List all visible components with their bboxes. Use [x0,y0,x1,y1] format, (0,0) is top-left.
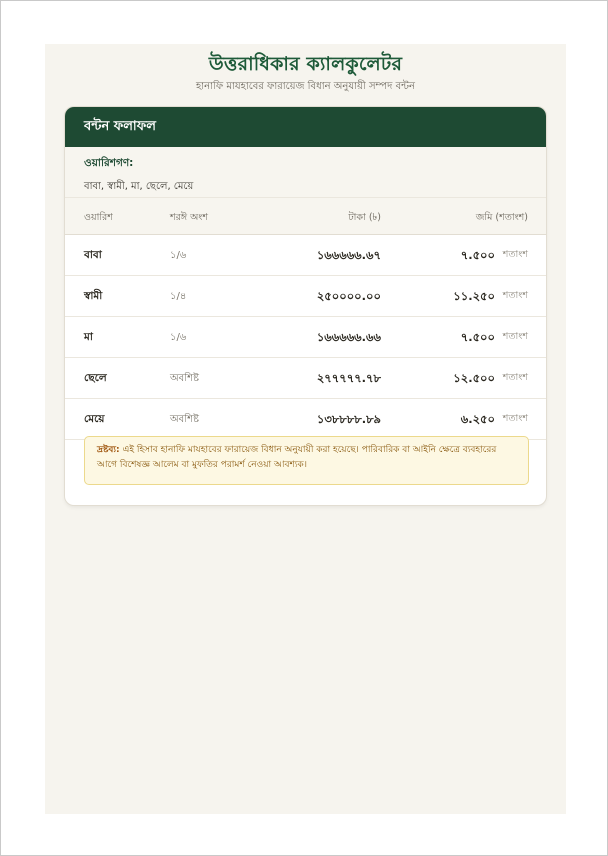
page-title: উত্তরাধিকার ক্যালকুলেটর [208,53,403,75]
heirs-summary: ওয়ারিশগণ: বাবা, স্বামী, মা, ছেলে, মেয়ে [65,147,546,198]
heir-money: ২৭৭৭৭৭.৭৮ [316,371,381,385]
heirs-label: ওয়ারিশগণ: [84,157,134,169]
heir-land: ৭.৫০০ [460,248,495,262]
heir-money: ১৩৮৮৮৮.৮৯ [316,412,381,426]
heir-name: মেয়ে [84,413,105,425]
result-card: বন্টন ফলাফল ওয়ারিশগণ: বাবা, স্বামী, মা,… [65,107,546,505]
land-unit: শতাংশ [502,331,528,342]
land-unit: শতাংশ [502,413,528,424]
note-text: এই হিসাব হানাফি মাযহাবের ফারায়েজ বিধান … [97,445,497,470]
column-heir: ওয়ারিশ [84,212,113,223]
heir-share: ১/৬ [170,332,187,343]
heir-share: ১/৪ [170,291,187,302]
land-unit: শতাংশ [502,372,528,383]
result-card-title: বন্টন ফলাফল [65,107,546,147]
table-header: ওয়ারিশ শরঈ অংশ টাকা (৳) জমি (শতাংশ) [65,198,546,235]
heir-land: ৬.২৫০ [460,412,495,426]
heir-name: বাবা [84,249,102,261]
page: উত্তরাধিকার ক্যালকুলেটর হানাফি মাযহাবের … [45,44,566,814]
heir-money: ১৬৬৬৬৬.৬৬ [316,330,381,344]
screenshot-frame: উত্তরাধিকার ক্যালকুলেটর হানাফি মাযহাবের … [0,0,608,856]
column-money: টাকা (৳) [348,212,382,223]
heir-money: ২৫০০০০.০০ [316,289,381,303]
heir-name: স্বামী [84,290,103,302]
heir-name: মা [84,331,93,343]
heir-money: ১৬৬৬৬৬.৬৭ [316,248,381,262]
table-row: স্বামী ১/৪ ২৫০০০০.০০ ১১.২৫০ শতাংশ [65,276,546,317]
column-land: জমি (শতাংশ) [475,212,528,223]
land-unit: শতাংশ [502,249,528,260]
table-row: মা ১/৬ ১৬৬৬৬৬.৬৬ ৭.৫০০ শতাংশ [65,317,546,358]
disclaimer-note: দ্রষ্টব্য: এই হিসাব হানাফি মাযহাবের ফারা… [84,436,529,485]
land-unit: শতাংশ [502,290,528,301]
heir-land: ৭.৫০০ [460,330,495,344]
table-row: মেয়ে অবশিষ্ট ১৩৮৮৮৮.৮৯ ৬.২৫০ শতাংশ [65,399,546,440]
heir-share: ১/৬ [170,250,187,261]
column-share: শরঈ অংশ [170,212,209,223]
table-row: ছেলে অবশিষ্ট ২৭৭৭৭৭.৭৮ ১২.৫০০ শতাংশ [65,358,546,399]
heir-share: অবশিষ্ট [170,373,199,384]
heirs-list: বাবা, স্বামী, মা, ছেলে, মেয়ে [84,181,194,192]
table-row: বাবা ১/৬ ১৬৬৬৬৬.৬৭ ৭.৫০০ শতাংশ [65,235,546,276]
heir-share: অবশিষ্ট [170,414,199,425]
note-label: দ্রষ্টব্য: [97,445,120,455]
page-subtitle: হানাফি মাযহাবের ফারায়েজ বিধান অনুযায়ী … [196,81,415,92]
heir-name: ছেলে [84,372,107,384]
heir-land: ১১.২৫০ [453,289,495,303]
heir-land: ১২.৫০০ [453,371,495,385]
